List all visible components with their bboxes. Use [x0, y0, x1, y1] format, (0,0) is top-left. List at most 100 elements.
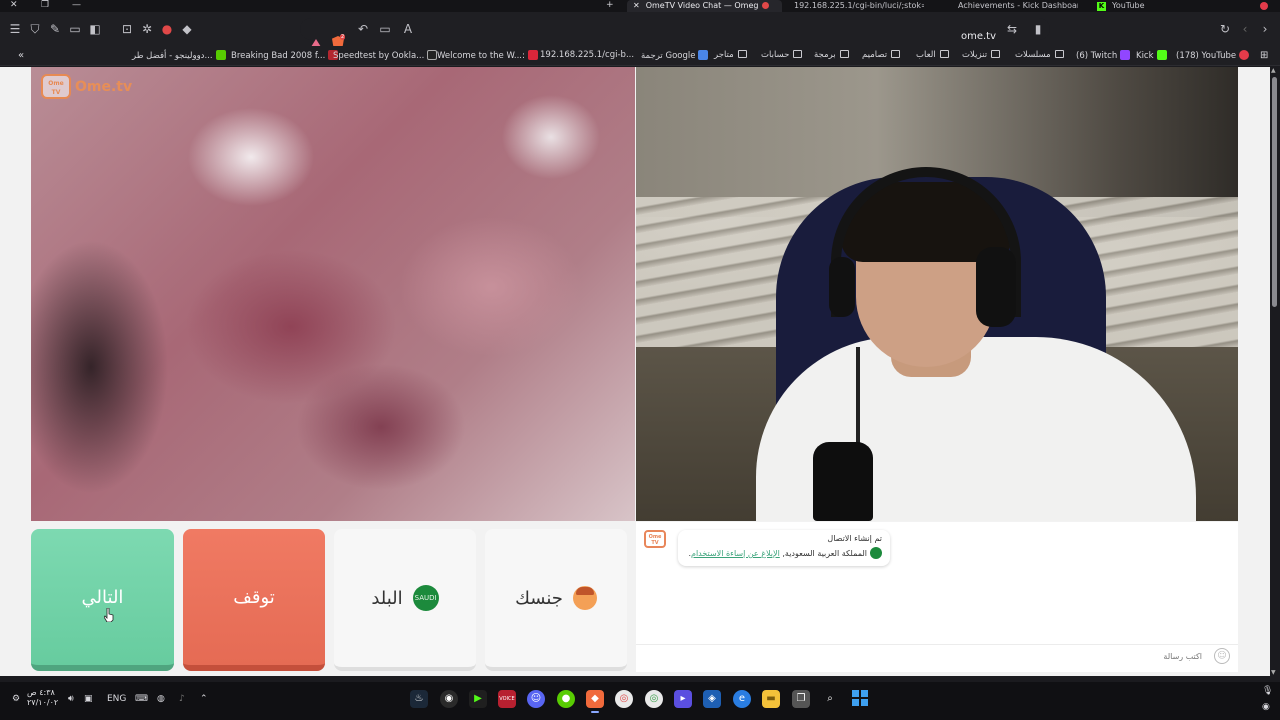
kick-studio-app-icon[interactable]: ▶	[469, 690, 487, 708]
undo-icon[interactable]: ↶	[355, 21, 371, 37]
page-scrollbar[interactable]: ▲ ▼	[1270, 67, 1280, 676]
bookmark-speedtest[interactable]: Speedtest by Ookla...	[333, 50, 438, 61]
network-app-icon[interactable]: ◈	[703, 690, 721, 708]
tab-strip: ✕ ❐ — + ✕ OmeTV Video Chat — Omeg 192.168…	[0, 0, 1280, 12]
clock-date: ٢٧/١٠/٠٢	[27, 698, 59, 707]
edge-app-icon[interactable]: e	[733, 690, 751, 708]
share-icon[interactable]: ⇆	[1004, 21, 1020, 37]
mic-stem	[856, 347, 860, 447]
windows-start-icon[interactable]	[852, 690, 868, 706]
bookmark-folder-games[interactable]: العاب	[916, 50, 949, 60]
tab-youtube[interactable]: K YouTube	[1097, 0, 1167, 12]
screenshot-icon[interactable]: ⊡	[119, 21, 135, 37]
diamond-icon[interactable]: ◆	[179, 21, 195, 37]
twitch-icon	[1120, 50, 1131, 60]
reload-icon[interactable]: ↻	[1217, 21, 1233, 37]
voicemeeter-app-icon[interactable]: VOICE	[498, 690, 516, 708]
show-hidden-icons-icon[interactable]: ⌃	[200, 694, 208, 704]
bookmarks-expand-icon[interactable]: «	[18, 50, 24, 61]
menu-icon[interactable]: ☰	[7, 21, 23, 37]
bookmark-google-translate[interactable]: ترجمة Google	[641, 50, 709, 61]
new-tab-icon[interactable]: +	[606, 0, 614, 10]
volume-icon[interactable]: 🔊︎	[68, 694, 74, 704]
cast-icon[interactable]: ▭	[377, 21, 393, 37]
bookmark-folder-accounts[interactable]: حسابات	[761, 50, 803, 60]
bookmark-folder-series[interactable]: مسلسلات	[1015, 50, 1064, 60]
kick-icon: K	[1097, 2, 1106, 11]
stop-button[interactable]: توقف	[183, 529, 325, 671]
stranger-video: Ome TV Ome.tv	[31, 67, 635, 521]
bookmark-folder-programming[interactable]: برمجة	[814, 50, 849, 60]
minimize-window-icon[interactable]: —	[72, 0, 81, 10]
bookmark-breaking-bad[interactable]: Breaking Bad 2008 f...	[231, 50, 339, 61]
sidebar-icon[interactable]: ◧	[87, 21, 103, 37]
mic-tray-icon[interactable]: 🎙︎	[1262, 686, 1273, 696]
globe-icon[interactable]: ◍	[157, 694, 165, 704]
notification-icon[interactable]: ◉	[1262, 702, 1270, 712]
duolingo-app-icon[interactable]: ●	[557, 690, 575, 708]
microphone-icon[interactable]: ♪	[179, 694, 185, 704]
keyboard-icon[interactable]: ⌨	[135, 694, 148, 704]
bookmark-folder-downloads[interactable]: تنزيلات	[962, 50, 1001, 60]
grid-menu-icon[interactable]: ⊞	[1260, 50, 1268, 61]
bookmark-icon[interactable]: ▮	[1030, 21, 1046, 37]
gender-button[interactable]: جنسك	[485, 529, 627, 671]
puzzle-icon[interactable]: ✲	[139, 21, 155, 37]
translate-icon[interactable]: A	[400, 21, 416, 37]
discord-app-icon[interactable]: ☺	[527, 690, 545, 708]
bookmark-twitch[interactable]: (6) Twitch	[1076, 50, 1131, 61]
next-button[interactable]: التالي	[31, 529, 174, 671]
record-extension-icon[interactable]: ●	[159, 21, 175, 37]
close-window-icon[interactable]: ✕	[10, 0, 18, 10]
tab-kick-dashboard[interactable]: Achievements - Kick Dashboard	[958, 0, 1078, 12]
search-icon[interactable]: ⌕	[821, 690, 839, 708]
speedtest-icon	[427, 50, 438, 60]
url-text[interactable]: ome.tv	[961, 31, 996, 42]
chrome-app-icon[interactable]: ◎	[615, 690, 633, 708]
extension-icon[interactable]: ✎	[47, 21, 63, 37]
shield-icon[interactable]: ⛉	[27, 21, 43, 37]
restore-window-icon[interactable]: ❐	[41, 0, 49, 10]
site-favicon-icon	[527, 50, 538, 60]
steam-app-icon[interactable]: ♨	[410, 690, 428, 708]
brave-app-icon[interactable]: ◆	[586, 690, 604, 713]
task-view-app-icon[interactable]: ❐	[792, 690, 810, 708]
obs-app-icon[interactable]: ◉	[440, 690, 458, 708]
taskbar: ⚙ ٤:٣٨ ص ٢٧/١٠/٠٢ 🔊︎ ▣ ENG ⌨ ◍ ♪ ⌃ ♨ ◉ ▶…	[0, 682, 1280, 720]
chrome-profile-app-icon[interactable]: ◎	[645, 690, 663, 708]
youtube-favicon-icon[interactable]	[1260, 2, 1268, 10]
clock[interactable]: ٤:٣٨ ص ٢٧/١٠/٠٢	[27, 688, 58, 708]
report-abuse-link[interactable]: الإبلاغ عن إساءة الاستخدام	[691, 549, 780, 558]
browser-toolbar: ☰ ⛉ ✎ ▭ ◧ ⊡ ✲ ● ◆ 2 ↶ ▭ A ome.tv ⇆ ▮ ↻ ‹…	[0, 12, 1280, 49]
bookmark-router[interactable]: 192.168.225.1/cgi-b...	[540, 50, 634, 60]
wallet-icon[interactable]: ▭	[67, 21, 83, 37]
language-indicator[interactable]: ENG	[107, 694, 126, 704]
bookmark-folder-designs[interactable]: تصاميم	[862, 50, 901, 60]
scroll-up-icon[interactable]: ▲	[1271, 67, 1276, 74]
bookmark-folder-stores[interactable]: متاجر	[714, 50, 747, 60]
message-input[interactable]	[642, 648, 1202, 664]
forward-icon[interactable]: ›	[1257, 21, 1273, 37]
bookmark-duolingo[interactable]: دوولينجو - أفضل طر...	[132, 50, 226, 61]
stranger-country: المملكة العربية السعودية	[784, 549, 867, 558]
file-explorer-app-icon[interactable]: ▬	[762, 690, 780, 708]
proton-vpn-app-icon[interactable]: ▸	[674, 690, 692, 708]
clock-time: ٤:٣٨ ص	[27, 688, 55, 697]
bookmark-youtube[interactable]: (178) YouTube	[1176, 50, 1250, 61]
bookmarks-bar: « دوولينجو - أفضل طر... Breaking Bad 200…	[0, 46, 1280, 66]
network-icon[interactable]: ▣	[84, 694, 93, 704]
emoji-icon[interactable]: ☺	[1214, 648, 1230, 664]
bookmark-kick[interactable]: Kick	[1136, 50, 1167, 61]
tab-ometv[interactable]: ✕ OmeTV Video Chat — Omeg	[627, 0, 782, 12]
tab-router[interactable]: 192.168.225.1/cgi-bin/luci/;stok=f96	[794, 0, 924, 12]
tab-label: 192.168.225.1/cgi-bin/luci/;stok=f96	[794, 1, 924, 10]
bookmark-welcome[interactable]: Welcome to the W...:	[437, 50, 538, 61]
folder-icon	[1054, 50, 1064, 58]
chat-input-bar: ☺	[636, 644, 1238, 666]
country-button[interactable]: البلد SAUDI	[334, 529, 476, 671]
close-tab-icon[interactable]: ✕	[633, 1, 640, 10]
scrollbar-thumb[interactable]	[1272, 77, 1277, 307]
scroll-down-icon[interactable]: ▼	[1271, 669, 1276, 676]
back-icon[interactable]: ‹	[1237, 21, 1253, 37]
settings-icon[interactable]: ⚙	[12, 694, 20, 704]
